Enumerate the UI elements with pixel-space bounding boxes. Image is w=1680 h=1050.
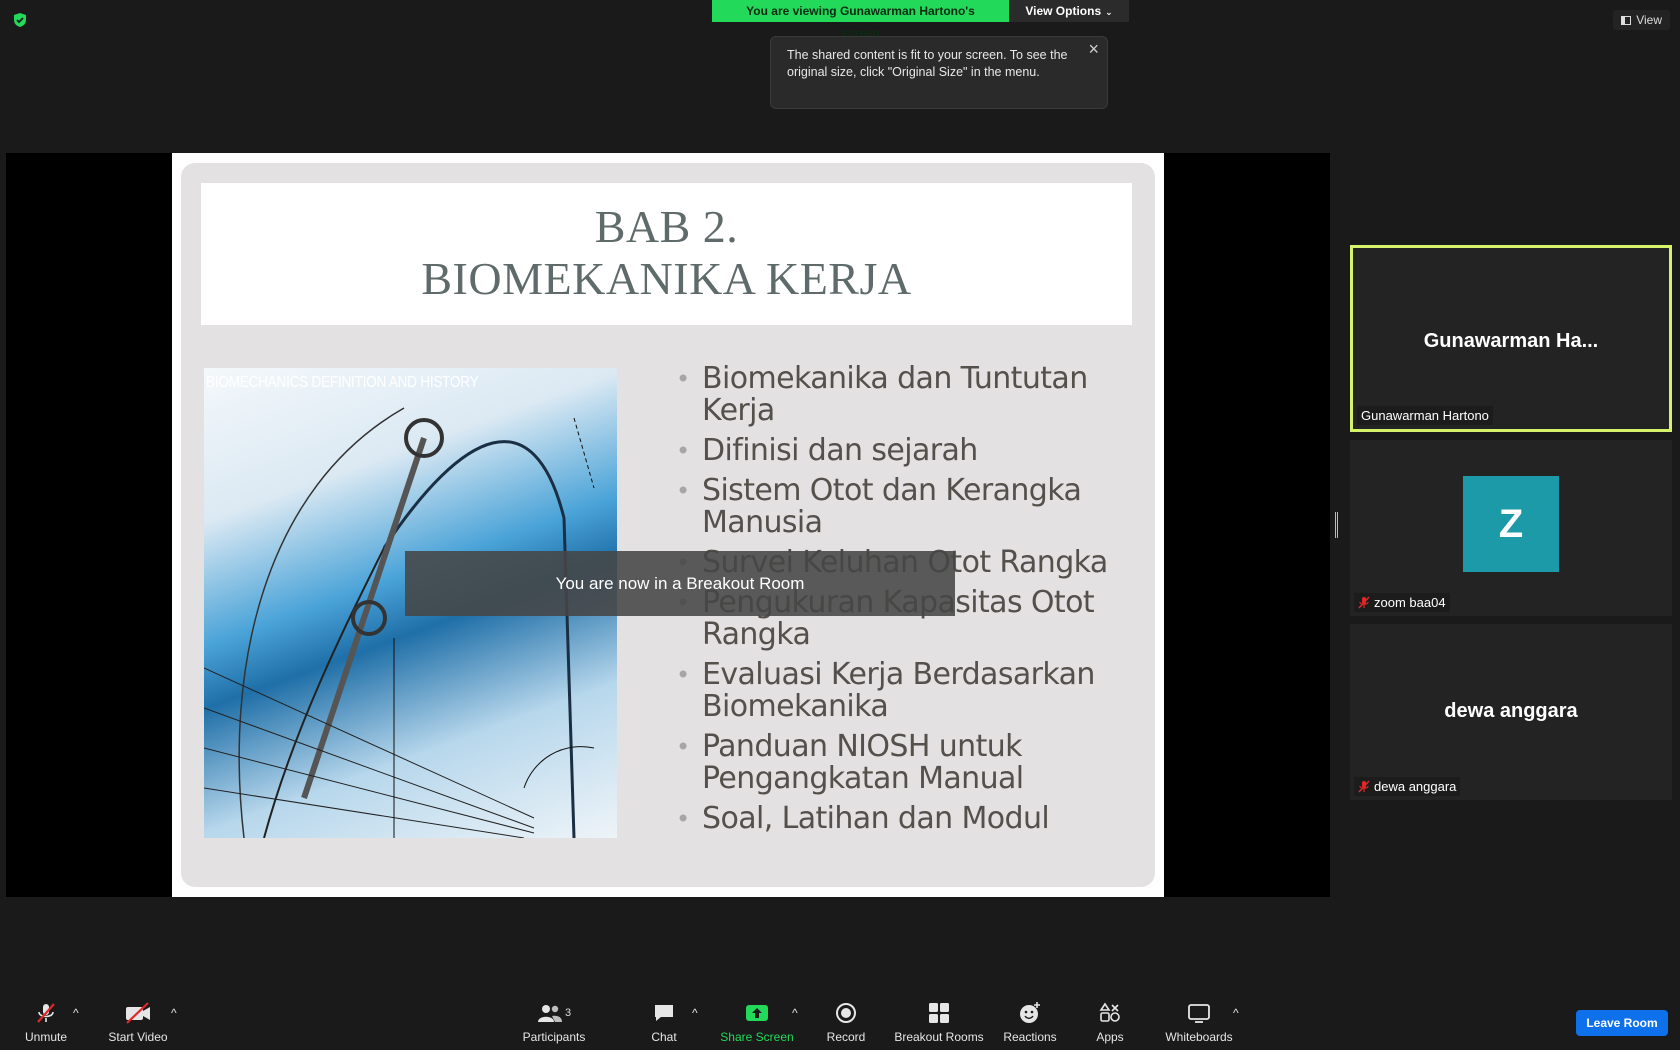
participant-tile-dewa-anggara[interactable]: dewa anggara dewa anggara <box>1350 624 1672 800</box>
participant-name-label: Gunawarman Hartono <box>1357 406 1493 425</box>
video-options-caret-icon[interactable]: ^ <box>171 1006 177 1020</box>
chevron-down-icon: ⌄ <box>1105 7 1113 17</box>
mic-muted-icon <box>1358 596 1370 609</box>
shared-screen-area[interactable]: BAB 2. BIOMEKANIKA KERJA BIOMECHANICS DE… <box>6 153 1330 897</box>
image-caption: BIOMECHANICS DEFINITION AND HISTORY <box>206 374 479 391</box>
meeting-toolbar: Unmute ^ Start Video ^ 3 Participants Ch… <box>0 990 1680 1050</box>
whiteboard-options-caret-icon[interactable]: ^ <box>1233 1006 1239 1020</box>
unmute-label: Unmute <box>24 1030 68 1044</box>
panel-resize-handle[interactable] <box>1335 512 1338 538</box>
reactions-smiley-icon <box>1020 1002 1040 1023</box>
participants-icon <box>537 1005 562 1022</box>
participant-display-name: dewa anggara <box>1444 700 1578 722</box>
slide-panel: BAB 2. BIOMEKANIKA KERJA BIOMECHANICS DE… <box>181 163 1155 887</box>
record-button[interactable]: Record <box>826 1000 866 1044</box>
bullet-item: Soal, Latihan dan Modul <box>676 803 1136 836</box>
participants-count: 3 <box>564 1007 572 1019</box>
view-button[interactable]: View <box>1613 10 1670 30</box>
breakout-rooms-label: Breakout Rooms <box>894 1030 984 1044</box>
gallery-layout-icon <box>1621 16 1632 25</box>
bullet-item: Difinisi dan sejarah <box>676 435 1136 468</box>
whiteboards-label: Whiteboards <box>1165 1030 1233 1044</box>
slide-title: BAB 2. BIOMEKANIKA KERJA <box>201 183 1132 325</box>
presentation-slide: BAB 2. BIOMEKANIKA KERJA BIOMECHANICS DE… <box>172 153 1164 897</box>
fit-screen-tooltip: The shared content is fit to your screen… <box>770 36 1108 109</box>
mic-muted-icon <box>1358 780 1370 793</box>
participant-tile-zoom-baa04[interactable]: Z zoom baa04 <box>1350 440 1672 616</box>
participant-label-text: dewa anggara <box>1374 779 1457 794</box>
whiteboards-button[interactable]: Whiteboards <box>1164 1000 1234 1044</box>
chat-label: Chat <box>651 1030 677 1044</box>
chat-bubble-icon <box>655 1005 673 1021</box>
bullet-item: Sistem Otot dan Kerangka Manusia <box>676 475 1136 539</box>
start-video-label: Start Video <box>108 1030 168 1044</box>
mic-muted-icon <box>37 1003 55 1023</box>
leave-room-button[interactable]: Leave Room <box>1576 1010 1668 1036</box>
bullet-item: Evaluasi Kerja Berdasarkan Biomekanika <box>676 659 1136 723</box>
video-off-icon <box>126 1002 150 1024</box>
share-screen-icon <box>746 1005 768 1021</box>
participant-name-label: zoom baa04 <box>1354 593 1450 612</box>
slide-title-line1: BAB 2. <box>594 201 739 252</box>
apps-button[interactable]: Apps <box>1095 1000 1125 1044</box>
close-icon[interactable]: × <box>1088 40 1099 58</box>
participant-label-text: zoom baa04 <box>1374 595 1446 610</box>
viewing-screen-banner: You are viewing Gunawarman Hartono's scr… <box>712 0 1009 40</box>
whiteboard-icon <box>1188 1004 1210 1023</box>
participant-display-name: Gunawarman Ha... <box>1423 330 1599 352</box>
record-icon <box>836 1003 856 1023</box>
participant-label-text: Gunawarman Hartono <box>1361 408 1489 423</box>
participants-button[interactable]: 3 Participants <box>520 1000 588 1044</box>
participant-tile-gunawarman[interactable]: Gunawarman Ha... Gunawarman Hartono <box>1350 245 1672 432</box>
fit-tooltip-text: The shared content is fit to your screen… <box>787 48 1068 79</box>
participant-name-label: dewa anggara <box>1354 777 1461 796</box>
chat-options-caret-icon[interactable]: ^ <box>692 1006 698 1020</box>
view-options-button[interactable]: View Options ⌄ <box>1009 0 1129 22</box>
breakout-room-notification: You are now in a Breakout Room <box>405 551 955 616</box>
apps-label: Apps <box>1096 1030 1124 1044</box>
apps-icon <box>1099 1002 1120 1022</box>
share-screen-button[interactable]: Share Screen <box>720 1000 794 1044</box>
participants-label: Participants <box>522 1030 586 1044</box>
slide-title-line2: BIOMEKANIKA KERJA <box>421 253 912 304</box>
share-options-caret-icon[interactable]: ^ <box>792 1006 798 1020</box>
start-video-button[interactable]: Start Video <box>106 1000 170 1044</box>
view-options-label: View Options <box>1025 4 1102 18</box>
unmute-button[interactable]: Unmute <box>20 1000 72 1044</box>
breakout-rooms-icon <box>929 1003 949 1023</box>
audio-options-caret-icon[interactable]: ^ <box>73 1006 79 1020</box>
reactions-button[interactable]: Reactions <box>1002 1000 1058 1044</box>
record-label: Record <box>826 1030 866 1044</box>
bullet-item: Panduan NIOSH untuk Pengangkatan Manual <box>676 731 1136 795</box>
avatar: Z <box>1463 476 1559 572</box>
share-screen-label: Share Screen <box>720 1030 794 1044</box>
security-shield-icon[interactable] <box>12 12 28 28</box>
breakout-rooms-button[interactable]: Breakout Rooms <box>894 1000 984 1044</box>
zoom-meeting-window: You are viewing Gunawarman Hartono's scr… <box>0 0 1680 1050</box>
chat-button[interactable]: Chat <box>648 1000 680 1044</box>
bullet-item: Biomekanika dan Tuntutan Kerja <box>676 363 1136 427</box>
reactions-label: Reactions <box>1003 1030 1057 1044</box>
view-label: View <box>1636 13 1662 27</box>
